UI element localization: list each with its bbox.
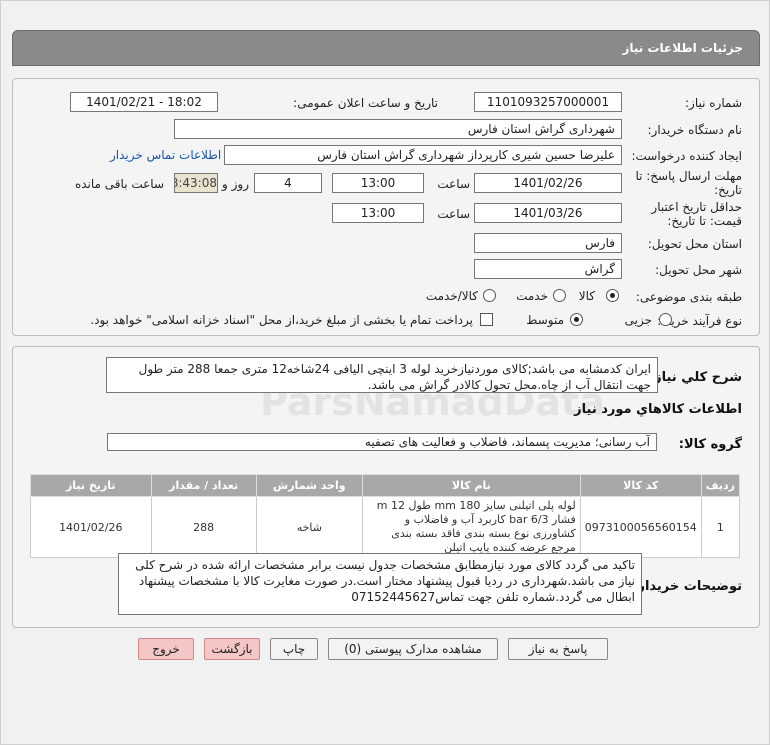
goods-info-title: اطلاعات کالاهاي مورد نياز bbox=[574, 402, 742, 417]
process-minor-label: جزیی bbox=[624, 313, 652, 327]
goods-table-header: ردیف کد کالا نام کالا واحد شمارش تعداد /… bbox=[30, 474, 741, 497]
announce-field: 1401/02/21 - 18:02 bbox=[70, 92, 218, 112]
need-number-label: شماره نیاز: bbox=[685, 96, 742, 110]
deadline-label-2: تاریخ: bbox=[714, 183, 742, 197]
remaining-time-field: 18:43:08 bbox=[174, 173, 218, 193]
cell-row: 1 bbox=[700, 496, 741, 558]
table-row: 1 0973100056560154 لوله پلی اتیلنی سایز … bbox=[30, 496, 741, 558]
summary-text: ایران کدمشابه می باشد;کالای موردنیازخرید… bbox=[106, 357, 658, 393]
category-service-radio[interactable] bbox=[553, 289, 566, 302]
category-goods-radio[interactable] bbox=[606, 289, 619, 302]
validity-date-field: 1401/03/26 bbox=[474, 203, 622, 223]
category-label: طبقه بندی موضوعی: bbox=[635, 290, 742, 304]
category-goods-service-radio[interactable] bbox=[483, 289, 496, 302]
col-name: نام کالا bbox=[361, 474, 581, 497]
page-title: جزئیات اطلاعات نیاز bbox=[622, 41, 743, 55]
remaining-label: ساعت باقی مانده bbox=[74, 177, 164, 191]
goods-table: ردیف کد کالا نام کالا واحد شمارش تعداد /… bbox=[30, 474, 741, 558]
validity-label-1: حداقل تاریخ اعتبار bbox=[651, 200, 742, 214]
buyer-label: نام دستگاه خریدار: bbox=[647, 123, 743, 137]
deadline-date-field: 1401/02/26 bbox=[474, 173, 622, 193]
cell-date: 1401/02/26 bbox=[30, 496, 152, 558]
goods-group-label: گروه کالا: bbox=[678, 437, 742, 452]
category-goods-label: کالا bbox=[578, 289, 595, 303]
deadline-time-field: 13:00 bbox=[332, 173, 424, 193]
cell-qty: 288 bbox=[150, 496, 257, 558]
attachments-button[interactable]: مشاهده مدارک پیوستی (0) bbox=[328, 638, 498, 660]
buyer-field: شهرداری گراش استان فارس bbox=[174, 119, 622, 139]
buyer-notes-text: تاکید می گردد کالای مورد نیازمطابق مشخصا… bbox=[118, 553, 642, 615]
process-minor-radio[interactable] bbox=[659, 313, 672, 326]
buyer-notes-label: توضیحات خریدار: bbox=[632, 579, 742, 594]
validity-time-label: ساعت bbox=[437, 207, 470, 221]
col-unit: واحد شمارش bbox=[255, 474, 363, 497]
reply-button[interactable]: پاسخ به نیاز bbox=[508, 638, 608, 660]
process-medium-radio[interactable] bbox=[570, 313, 583, 326]
buyer-contact-link[interactable]: اطلاعات تماس خریدار bbox=[110, 148, 221, 162]
announce-label: تاریخ و ساعت اعلان عمومی: bbox=[293, 96, 438, 110]
city-field: گراش bbox=[474, 259, 622, 279]
treasury-payment-label: پرداخت تمام یا بخشی از مبلغ خرید،از محل … bbox=[90, 313, 473, 327]
page-header: جزئیات اطلاعات نیاز bbox=[12, 30, 760, 66]
col-row: ردیف bbox=[700, 474, 741, 497]
category-service-label: خدمت bbox=[516, 289, 548, 303]
need-number-field: 1101093257000001 bbox=[474, 92, 622, 112]
summary-label: شرح کلي نياز: bbox=[648, 370, 742, 385]
days-field: 4 bbox=[254, 173, 322, 193]
col-date: تاریخ نیاز bbox=[30, 474, 152, 497]
goods-group-field: آب رسانی؛ مدیریت پسماند، فاضلاب و فعالیت… bbox=[107, 433, 657, 451]
validity-label-2: قیمت: تا تاریخ: bbox=[667, 214, 742, 228]
print-button[interactable]: چاپ bbox=[270, 638, 318, 660]
back-button[interactable]: بازگشت bbox=[204, 638, 260, 660]
cell-unit: شاخه bbox=[255, 496, 363, 558]
city-label: شهر محل تحویل: bbox=[655, 263, 742, 277]
creator-label: ایجاد کننده درخواست: bbox=[631, 149, 742, 163]
process-medium-label: متوسط bbox=[526, 313, 564, 327]
col-code: کد کالا bbox=[579, 474, 702, 497]
category-goods-service-label: کالا/خدمت bbox=[425, 289, 478, 303]
creator-field: علیرضا حسین شیری کارپرداز شهرداری گراش ا… bbox=[224, 145, 622, 165]
deadline-time-label: ساعت bbox=[437, 177, 470, 191]
province-field: فارس bbox=[474, 233, 622, 253]
province-label: استان محل تحویل: bbox=[647, 237, 742, 251]
cell-name: لوله پلی اتیلنی سایز mm 180 طول m 12 فشا… bbox=[361, 496, 581, 558]
validity-time-field: 13:00 bbox=[332, 203, 424, 223]
col-qty: تعداد / مقدار bbox=[150, 474, 257, 497]
days-label: روز و bbox=[222, 177, 249, 191]
cell-code: 0973100056560154 bbox=[579, 496, 702, 558]
treasury-payment-checkbox[interactable] bbox=[480, 313, 493, 326]
exit-button[interactable]: خروج bbox=[138, 638, 194, 660]
deadline-label-1: مهلت ارسال پاسخ: تا bbox=[635, 169, 742, 183]
